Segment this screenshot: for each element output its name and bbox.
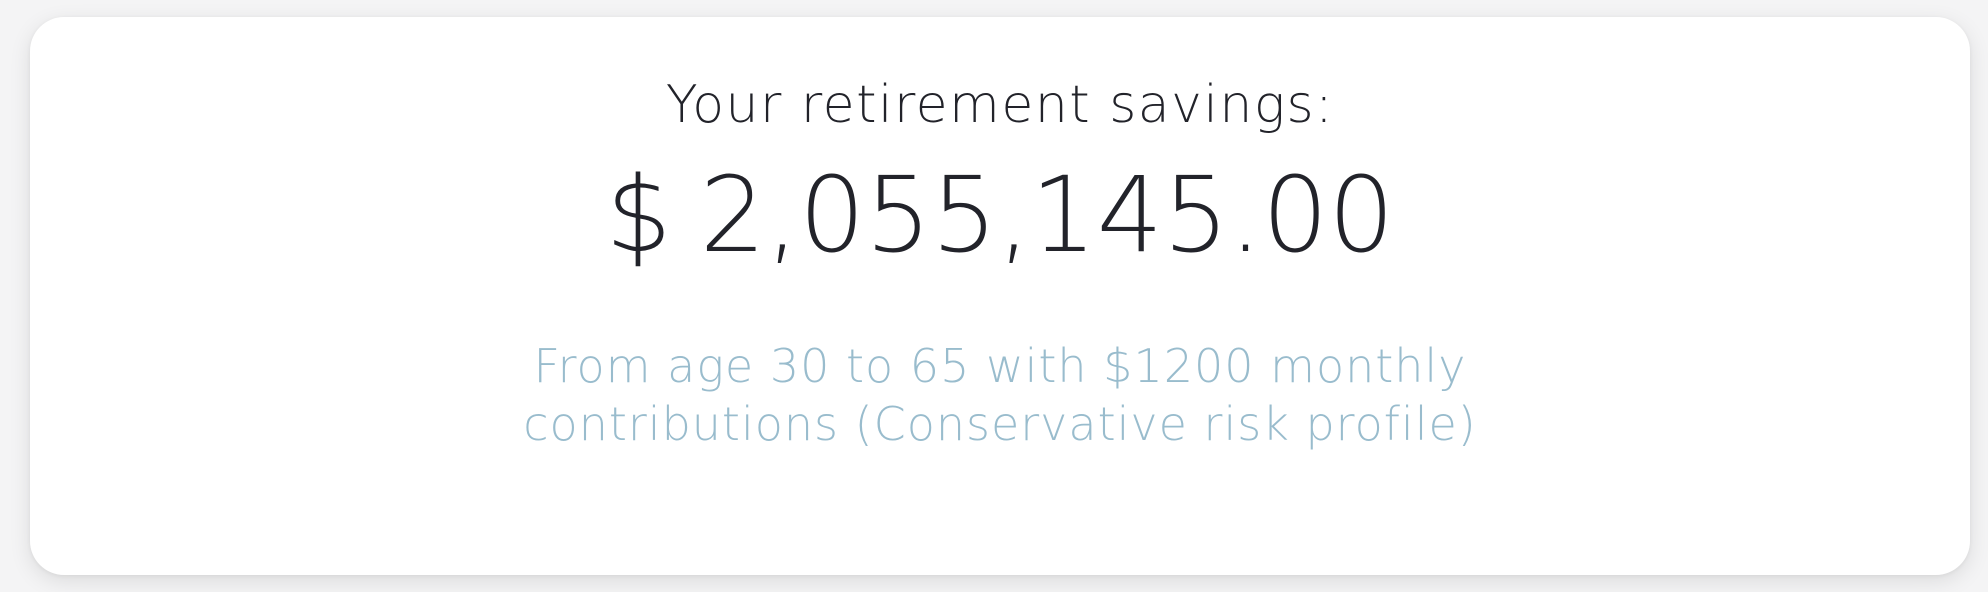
retirement-result-card: Your retirement savings: $2,055,145.00 F… [30,17,1970,575]
result-heading: Your retirement savings: [665,75,1335,135]
savings-summary: From age 30 to 65 with $1200 monthly con… [523,339,1477,451]
currency-symbol: $ [605,154,672,276]
savings-value: 2,055,145.00 [699,154,1395,276]
savings-amount: $2,055,145.00 [30,153,1970,278]
